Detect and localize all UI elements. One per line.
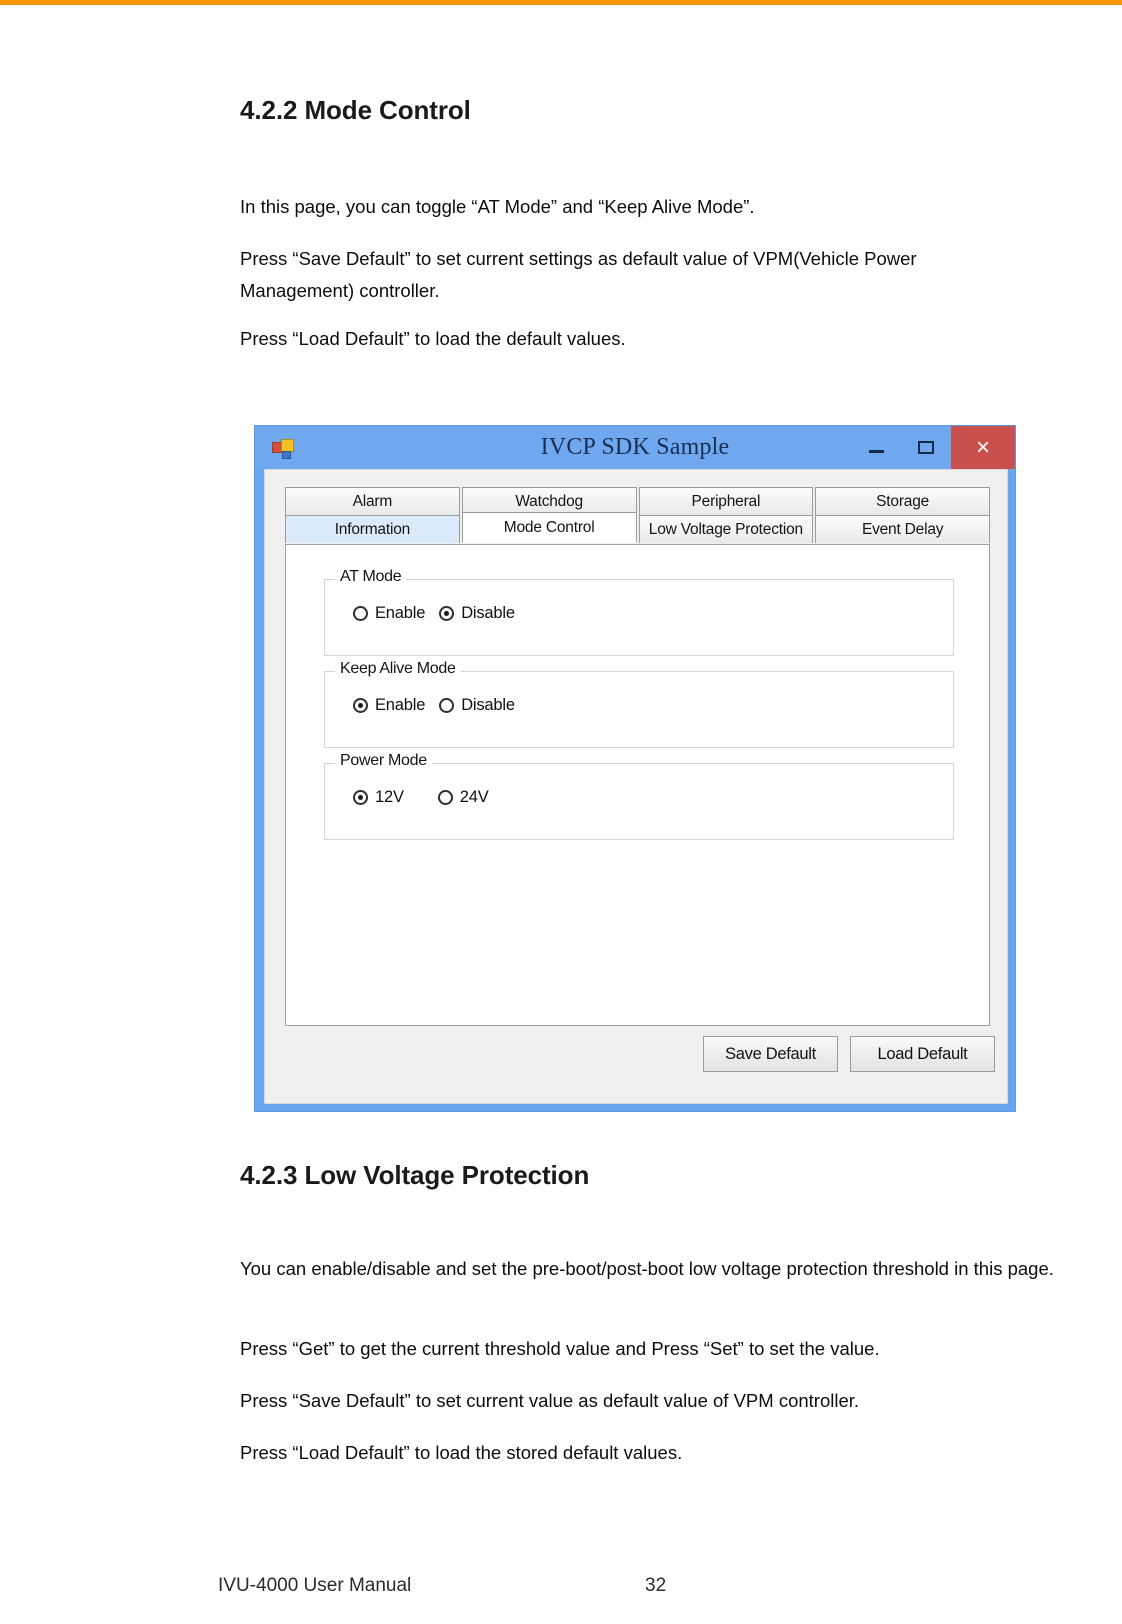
radio-label: Disable bbox=[461, 604, 515, 622]
tab-label: Event Delay bbox=[861, 520, 944, 538]
tab-strip: Alarm Watchdog Peripheral Storage Inform… bbox=[285, 487, 990, 544]
paragraph-lvp-overview: You can enable/disable and set the pre-b… bbox=[240, 1258, 1054, 1279]
tab-event-delay[interactable]: Event Delay bbox=[815, 515, 990, 543]
maximize-icon bbox=[918, 441, 934, 454]
maximize-button[interactable] bbox=[901, 426, 951, 469]
at-mode-radio-group: Enable Disable bbox=[353, 604, 529, 623]
radio-label: 24V bbox=[459, 788, 489, 806]
groupbox-power-mode: Power Mode 12V 24V bbox=[324, 752, 954, 840]
tab-label: Watchdog bbox=[515, 492, 583, 510]
radio-checked-icon bbox=[439, 606, 455, 621]
tab-low-voltage-protection[interactable]: Low Voltage Protection bbox=[638, 515, 814, 543]
tab-label: Alarm bbox=[352, 492, 393, 510]
groupbox-title: AT Mode bbox=[335, 568, 407, 586]
radio-keep-alive-enable[interactable]: Enable bbox=[353, 696, 425, 715]
radio-checked-icon bbox=[353, 698, 368, 713]
paragraph-lvp-load-default: Press “Load Default” to load the stored … bbox=[240, 1442, 683, 1463]
radio-unchecked-icon bbox=[437, 790, 453, 805]
radio-at-mode-disable[interactable]: Disable bbox=[439, 604, 515, 623]
tab-page-mode-control: AT Mode Enable Disable Keep Alive Mode E… bbox=[285, 544, 990, 1026]
tab-storage[interactable]: Storage bbox=[815, 487, 990, 515]
tab-row-bottom: Information Mode Control Low Voltage Pro… bbox=[285, 512, 990, 543]
load-default-button[interactable]: Load Default bbox=[850, 1036, 995, 1072]
client-area: Alarm Watchdog Peripheral Storage Inform… bbox=[264, 469, 1008, 1104]
tab-label: Information bbox=[334, 520, 411, 538]
paragraph-intro: In this page, you can toggle “AT Mode” a… bbox=[240, 196, 755, 217]
footer-manual-title: IVU-4000 User Manual bbox=[218, 1575, 412, 1596]
tab-row-top: Alarm Watchdog Peripheral Storage bbox=[285, 487, 990, 515]
power-mode-radio-group: 12V 24V bbox=[353, 788, 503, 807]
radio-label: Disable bbox=[461, 696, 515, 714]
tab-watchdog[interactable]: Watchdog bbox=[461, 487, 637, 515]
keep-alive-radio-group: Enable Disable bbox=[353, 696, 529, 715]
app-window-screenshot: IVCP SDK Sample × Alarm Watchdog Periphe… bbox=[254, 425, 1016, 1112]
radio-checked-icon bbox=[353, 790, 368, 805]
radio-label: Enable bbox=[375, 604, 426, 622]
groupbox-title: Power Mode bbox=[335, 752, 432, 770]
tab-alarm[interactable]: Alarm bbox=[285, 487, 460, 515]
groupbox-at-mode: AT Mode Enable Disable bbox=[324, 568, 954, 656]
close-icon: × bbox=[975, 433, 990, 461]
window-controls: × bbox=[851, 426, 1015, 469]
radio-label: 12V bbox=[375, 788, 404, 806]
radio-power-mode-24v[interactable]: 24V bbox=[437, 788, 489, 807]
radio-at-mode-enable[interactable]: Enable bbox=[353, 604, 425, 623]
tab-peripheral[interactable]: Peripheral bbox=[638, 487, 814, 515]
tab-information[interactable]: Information bbox=[285, 515, 460, 543]
page-title-423: 4.2.3 Low Voltage Protection bbox=[240, 1160, 590, 1190]
radio-keep-alive-disable[interactable]: Disable bbox=[439, 696, 515, 715]
document-page: 4.2.2 Mode Control In this page, you can… bbox=[0, 5, 1122, 1624]
tab-label: Peripheral bbox=[691, 492, 761, 510]
groupbox-keep-alive-mode: Keep Alive Mode Enable Disable bbox=[324, 660, 954, 748]
page-title-422: 4.2.2 Mode Control bbox=[240, 95, 471, 125]
paragraph-save-default: Press “Save Default” to set current sett… bbox=[240, 248, 917, 301]
title-bar: IVCP SDK Sample × bbox=[255, 426, 1015, 469]
footer-page-number: 32 bbox=[645, 1575, 667, 1596]
groupbox-title: Keep Alive Mode bbox=[335, 660, 461, 678]
tab-label: Low Voltage Protection bbox=[648, 520, 803, 538]
close-button[interactable]: × bbox=[951, 426, 1015, 469]
paragraph-load-default: Press “Load Default” to load the default… bbox=[240, 328, 626, 349]
tab-label: Mode Control bbox=[503, 518, 595, 536]
page-footer: IVU-4000 User Manual 32 bbox=[0, 1575, 1122, 1615]
radio-unchecked-icon bbox=[439, 698, 455, 713]
minimize-icon bbox=[868, 450, 884, 453]
paragraph-lvp-save-default: Press “Save Default” to set current valu… bbox=[240, 1390, 860, 1411]
radio-label: Enable bbox=[375, 696, 426, 714]
paragraph-lvp-get-set: Press “Get” to get the current threshold… bbox=[240, 1338, 880, 1359]
minimize-button[interactable] bbox=[851, 426, 901, 469]
radio-unchecked-icon bbox=[353, 606, 368, 621]
save-default-button[interactable]: Save Default bbox=[703, 1036, 838, 1072]
button-bar: Save Default Load Default bbox=[265, 1036, 1009, 1081]
tab-label: Storage bbox=[876, 492, 930, 510]
tab-mode-control[interactable]: Mode Control bbox=[461, 512, 637, 543]
radio-power-mode-12v[interactable]: 12V bbox=[353, 788, 404, 807]
